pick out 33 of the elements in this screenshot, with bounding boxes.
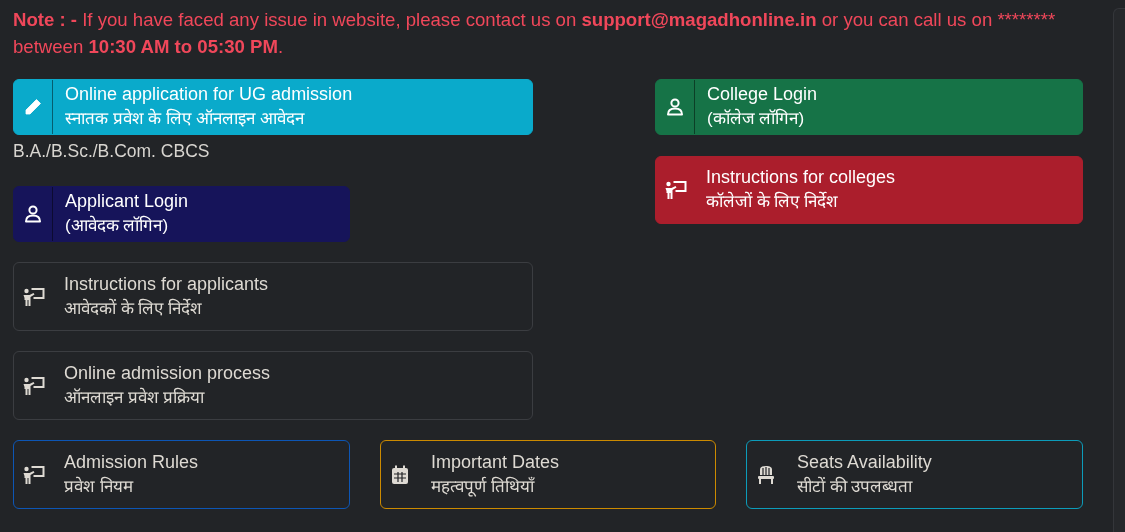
menu-card[interactable]: Instructions for colleges कॉलेजों के लिए निर्देश	[655, 156, 1083, 224]
pencil-icon	[23, 97, 43, 117]
card-title: Instructions for colleges	[706, 166, 896, 189]
card-title: Online application for UG admission	[65, 83, 353, 106]
card-subtitle: ऑनलाइन प्रवेश प्रक्रिया	[64, 386, 206, 409]
card-subtitle: आवेदकों के लिए निर्देश	[64, 297, 204, 320]
card-title: Applicant Login	[65, 190, 189, 213]
person-icon	[665, 97, 685, 117]
card-title: Seats Availability	[797, 450, 932, 474]
menu-card[interactable]: Online admission process ऑनलाइन प्रवेश प्रक्रिया	[13, 351, 533, 420]
menu-card[interactable]: Applicant Login (आवेदक लॉगिन)	[13, 186, 350, 242]
chair-icon	[757, 464, 775, 485]
card-subtitle: (कॉलेज लॉगिन)	[707, 107, 806, 130]
menu-card[interactable]: Important Dates महत्वपूर्ण तिथियाँ	[380, 440, 716, 509]
card-title: Instructions for applicants	[64, 272, 269, 296]
card-subtitle: सीटों की उपलब्धता	[797, 475, 914, 498]
menu-card[interactable]: Seats Availability सीटों की उपलब्धता	[746, 440, 1083, 509]
card-subtitle: कॉलेजों के लिए निर्देश	[706, 190, 840, 213]
card-title: Important Dates	[431, 450, 560, 474]
card-subtitle: प्रवेश नियम	[64, 475, 135, 498]
person-icon	[23, 204, 43, 224]
menu-card[interactable]: College Login (कॉलेज लॉगिन)	[655, 79, 1083, 135]
card-subtitle: (आवेदक लॉगिन)	[65, 214, 170, 237]
calendar-icon	[391, 464, 409, 485]
menu-card[interactable]: Admission Rules प्रवेश नियम	[13, 440, 350, 509]
menu-card[interactable]: Instructions for applicants आवेदकों के लिए निर्देश	[13, 262, 533, 331]
course-caption: B.A./B.Sc./B.Com. CBCS	[13, 140, 211, 162]
card-subtitle: स्नातक प्रवेश के लिए ऑनलाइन आवेदन	[65, 107, 306, 130]
notice-text: Note : - If you have faced any issue in website, please contact us on support@magadhonline.in or you can call us on ******** between 10:30 AM to 05:30 PM.	[13, 8, 1057, 59]
card-title: College Login	[707, 83, 818, 106]
card-subtitle: महत्वपूर्ण तिथियाँ	[431, 475, 536, 499]
card-title: Online admission process	[64, 361, 271, 385]
card-title: Admission Rules	[64, 450, 199, 474]
